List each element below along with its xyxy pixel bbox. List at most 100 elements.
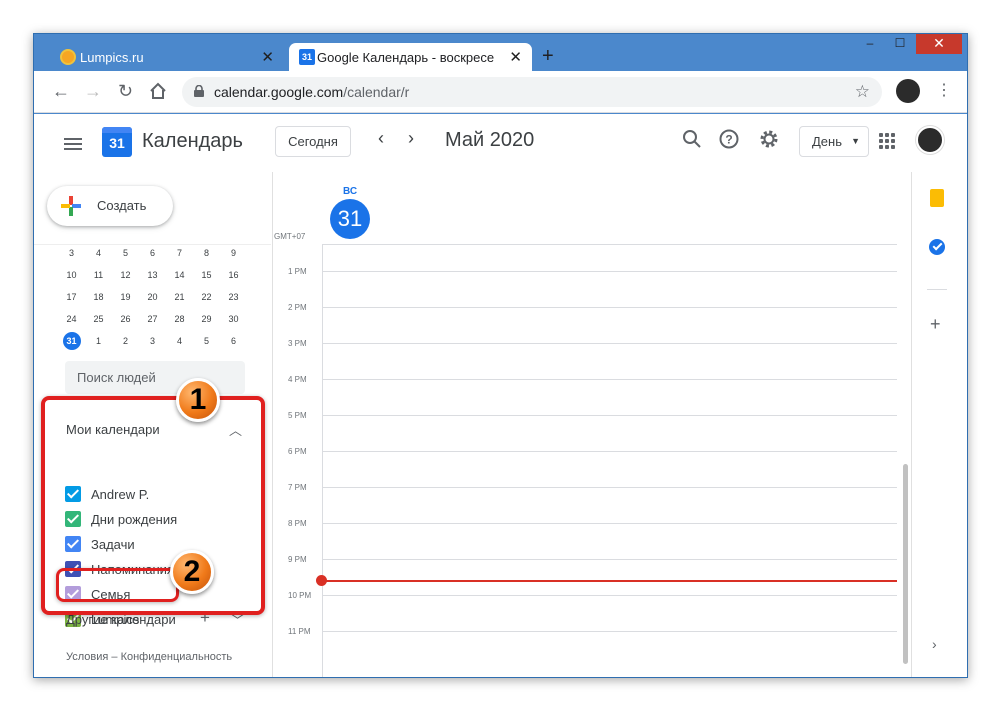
mini-calendar-day[interactable]: 5: [193, 336, 220, 346]
bookmark-star-icon[interactable]: ☆: [855, 82, 870, 102]
mini-calendar-day[interactable]: 4: [166, 336, 193, 346]
apps-grid-icon[interactable]: [879, 133, 895, 149]
mini-calendar-day[interactable]: 4: [85, 248, 112, 258]
mini-calendar-day[interactable]: 18: [85, 292, 112, 302]
divider: [911, 172, 912, 677]
mini-calendar-day[interactable]: 13: [139, 270, 166, 280]
minimize-button[interactable]: –: [856, 34, 884, 54]
mini-calendar-day[interactable]: 28: [166, 314, 193, 324]
main-menu-icon[interactable]: [64, 135, 82, 153]
mini-calendar-day[interactable]: 20: [139, 292, 166, 302]
mini-calendar-day[interactable]: 6: [139, 248, 166, 258]
hour-label: 2 PM: [288, 303, 307, 312]
timezone-label: GMT+07: [274, 232, 306, 241]
profile-avatar[interactable]: [896, 79, 920, 103]
tab-google-calendar[interactable]: 31 Google Календарь - воскресенье ✕: [289, 43, 532, 71]
mini-calendar-day-number: 6: [230, 336, 236, 346]
mini-calendar-day[interactable]: 6: [220, 336, 247, 346]
mini-calendar-day[interactable]: 31: [58, 332, 85, 350]
mini-calendar-day[interactable]: 1: [85, 336, 112, 346]
chevron-right-icon[interactable]: ›: [408, 128, 414, 149]
close-window-button[interactable]: ✕: [916, 34, 962, 54]
url-host: calendar.google.com: [214, 84, 344, 100]
mini-calendar-day-number: 27: [147, 314, 158, 324]
search-people-input[interactable]: Поиск людей: [65, 361, 245, 394]
mini-calendar-day-number: 8: [203, 248, 209, 258]
close-tab-icon[interactable]: ✕: [509, 48, 522, 66]
mini-calendar-day[interactable]: 3: [58, 248, 85, 258]
tasks-icon[interactable]: [929, 239, 945, 255]
browser-menu-icon[interactable]: ⋮: [936, 80, 952, 100]
address-bar[interactable]: calendar.google.com/calendar/r ☆: [182, 77, 882, 107]
mini-calendar-day[interactable]: 8: [193, 248, 220, 258]
mini-calendar-day[interactable]: 12: [112, 270, 139, 280]
account-avatar[interactable]: [916, 126, 944, 154]
mini-calendar-week: 17 18 19 20 21 22 23: [58, 286, 247, 308]
add-addon-plus-icon[interactable]: +: [930, 314, 941, 335]
dropdown-arrow-icon: ▼: [851, 136, 860, 146]
divider: [272, 172, 273, 677]
mini-calendar-day-number: 13: [147, 270, 158, 280]
settings-gear-icon[interactable]: [758, 128, 780, 150]
mini-calendar-day-number: 14: [174, 270, 185, 280]
mini-calendar-day[interactable]: 23: [220, 292, 247, 302]
calendar-logo-icon: 31: [102, 127, 132, 157]
mini-calendar-day[interactable]: 21: [166, 292, 193, 302]
chevron-left-icon[interactable]: ‹: [378, 128, 384, 149]
tab-lumpics[interactable]: Lumpics.ru ✕: [52, 43, 284, 71]
home-icon[interactable]: [149, 82, 167, 100]
keep-icon[interactable]: [930, 189, 944, 207]
mini-calendar-day[interactable]: 5: [112, 248, 139, 258]
mini-calendar-day[interactable]: 24: [58, 314, 85, 324]
close-tab-icon[interactable]: ✕: [261, 48, 274, 66]
highlight-box-lumpics: [56, 568, 179, 602]
mini-calendar-day[interactable]: 19: [112, 292, 139, 302]
day-number[interactable]: 31: [330, 199, 370, 239]
mini-calendar-day[interactable]: 14: [166, 270, 193, 280]
maximize-button[interactable]: ☐: [886, 34, 914, 54]
hour-label: 8 PM: [288, 519, 307, 528]
footer-links[interactable]: Условия – Конфиденциальность: [66, 651, 232, 663]
hour-label: 4 PM: [288, 375, 307, 384]
mini-calendar-day[interactable]: 11: [85, 270, 112, 280]
mini-calendar-day[interactable]: 3: [139, 336, 166, 346]
mini-calendar-day[interactable]: 30: [220, 314, 247, 324]
reload-icon[interactable]: ↻: [118, 81, 133, 102]
tab-strip: Lumpics.ru ✕ 31 Google Календарь - воскр…: [34, 34, 967, 71]
mini-calendar-day[interactable]: 22: [193, 292, 220, 302]
mini-calendar-day[interactable]: 15: [193, 270, 220, 280]
mini-calendar-day[interactable]: 26: [112, 314, 139, 324]
hour-label: 3 PM: [288, 339, 307, 348]
mini-calendar-day[interactable]: 9: [220, 248, 247, 258]
mini-calendar-day-number: 5: [122, 248, 128, 258]
mini-calendar-day[interactable]: 29: [193, 314, 220, 324]
scrollbar[interactable]: [903, 464, 908, 664]
mini-calendar-day-number: 10: [66, 270, 77, 280]
help-icon[interactable]: ?: [718, 128, 740, 150]
mini-calendar-week: 31 1 2 3 4 5 6: [58, 330, 247, 352]
hour-line: [322, 631, 897, 632]
app-title: Календарь: [142, 130, 243, 152]
calendar-favicon-icon: 31: [299, 49, 315, 65]
mini-calendar-day[interactable]: 17: [58, 292, 85, 302]
hour-line: [322, 451, 897, 452]
mini-calendar-day-number: 15: [201, 270, 212, 280]
new-tab-icon[interactable]: +: [542, 45, 554, 68]
back-arrow-icon[interactable]: ←: [52, 81, 70, 102]
expand-panel-chevron-icon[interactable]: ›: [932, 636, 937, 652]
forward-arrow-icon[interactable]: →: [84, 81, 102, 102]
create-button[interactable]: Создать: [47, 186, 173, 226]
mini-calendar-day[interactable]: 16: [220, 270, 247, 280]
mini-calendar-day[interactable]: 27: [139, 314, 166, 324]
view-select[interactable]: День ▼: [799, 126, 869, 157]
search-icon[interactable]: [681, 128, 703, 150]
hour-label: 9 PM: [288, 555, 307, 564]
mini-calendar-day[interactable]: 2: [112, 336, 139, 346]
mini-calendar-day[interactable]: 10: [58, 270, 85, 280]
mini-calendar-day[interactable]: 7: [166, 248, 193, 258]
today-button[interactable]: Сегодня: [275, 126, 351, 157]
mini-calendar-day-number: 23: [228, 292, 239, 302]
tab-title: Lumpics.ru: [80, 49, 144, 65]
mini-calendar-day[interactable]: 25: [85, 314, 112, 324]
hour-line: [322, 307, 897, 308]
